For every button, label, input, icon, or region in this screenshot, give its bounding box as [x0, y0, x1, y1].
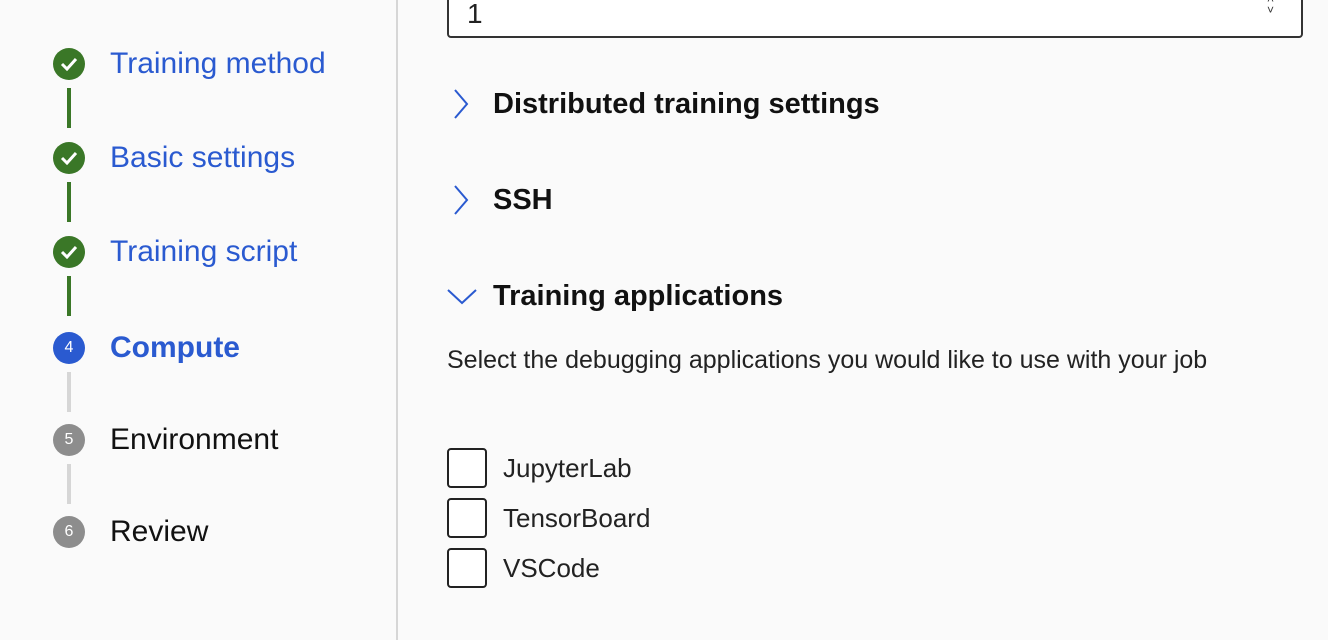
checkbox-jupyterlab[interactable]: JupyterLab: [447, 448, 632, 488]
checkbox[interactable]: [447, 448, 487, 488]
step-connector: [67, 276, 71, 316]
check-icon: [53, 236, 85, 268]
step-number: 4: [53, 332, 85, 364]
checkbox[interactable]: [447, 498, 487, 538]
chevron-down-icon: [447, 289, 477, 305]
step-connector: [67, 464, 71, 504]
chevron-right-icon: [454, 185, 469, 215]
step-label: Basic settings: [110, 141, 296, 174]
number-stepper[interactable]: ˄˅: [1267, 0, 1274, 16]
section-distributed-training[interactable]: Distributed training settings: [447, 86, 880, 122]
checkbox-label: TensorBoard: [503, 502, 651, 533]
checkbox-tensorboard[interactable]: TensorBoard: [447, 498, 650, 538]
step-number: 5: [53, 424, 85, 456]
section-ssh[interactable]: SSH: [447, 182, 553, 218]
step-label: Environment: [110, 423, 279, 456]
checkbox-vscode[interactable]: VSCode: [447, 548, 600, 588]
step-review[interactable]: 6 Review: [53, 515, 208, 549]
step-label: Review: [110, 515, 209, 548]
checkbox[interactable]: [447, 548, 487, 588]
section-title: SSH: [493, 183, 553, 216]
step-label: Training method: [110, 47, 326, 80]
checkbox-label: VSCode: [503, 552, 600, 583]
step-connector: [67, 182, 71, 222]
chevron-right-icon: [454, 89, 469, 119]
input-value: 1: [467, 0, 483, 29]
step-environment[interactable]: 5 Environment: [53, 423, 278, 457]
wizard-steps: Training method Basic settings Training …: [0, 0, 398, 640]
step-basic-settings[interactable]: Basic settings: [53, 141, 295, 175]
step-training-method[interactable]: Training method: [53, 47, 326, 81]
chevron-down-icon[interactable]: ˅: [1267, 4, 1274, 16]
step-connector: [67, 372, 71, 412]
section-title: Distributed training settings: [493, 87, 880, 120]
step-number: 6: [53, 516, 85, 548]
step-label: Compute: [110, 331, 240, 364]
section-training-applications[interactable]: Training applications: [447, 278, 783, 314]
step-compute[interactable]: 4 Compute: [53, 331, 240, 365]
number-input[interactable]: 1: [447, 0, 1303, 38]
check-icon: [53, 142, 85, 174]
check-icon: [53, 48, 85, 80]
step-training-script[interactable]: Training script: [53, 235, 297, 269]
section-title: Training applications: [493, 279, 784, 312]
step-connector: [67, 88, 71, 128]
checkbox-label: JupyterLab: [503, 452, 632, 483]
step-label: Training script: [110, 235, 298, 268]
section-description: Select the debugging applications you wo…: [447, 346, 1208, 374]
